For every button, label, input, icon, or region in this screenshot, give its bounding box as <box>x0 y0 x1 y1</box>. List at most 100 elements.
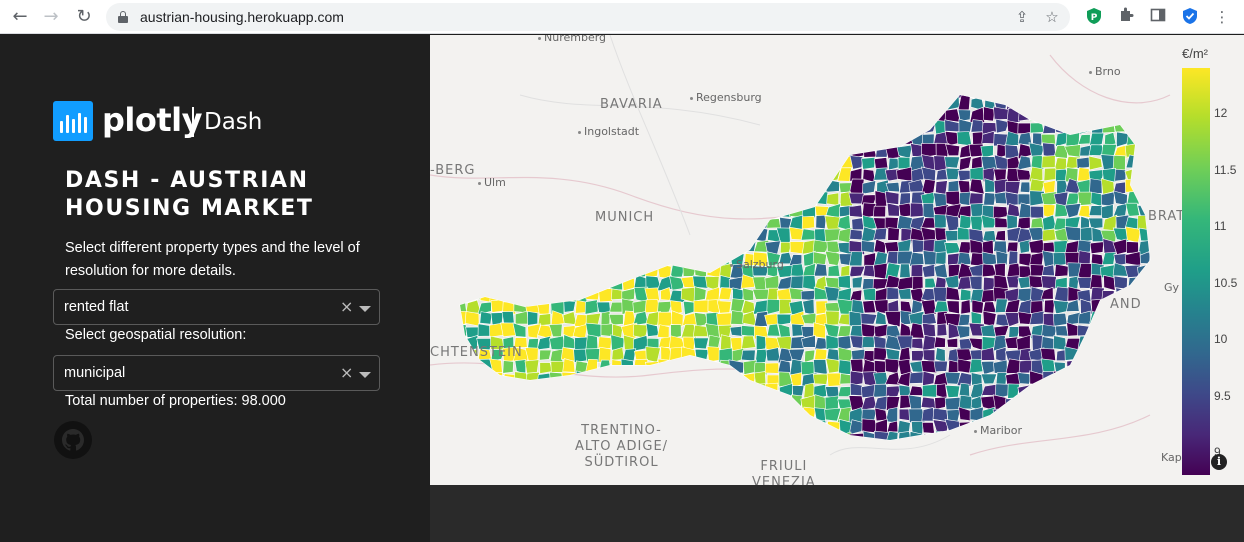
municipality-shape[interactable] <box>501 227 517 241</box>
municipality-shape[interactable] <box>754 226 769 243</box>
municipality-shape[interactable] <box>848 251 863 267</box>
municipality-shape[interactable] <box>501 311 515 325</box>
municipality-shape[interactable] <box>728 359 745 374</box>
municipality-shape[interactable] <box>575 265 587 280</box>
municipality-shape[interactable] <box>839 373 852 385</box>
municipality-shape[interactable] <box>848 107 864 122</box>
municipality-shape[interactable] <box>550 214 565 230</box>
municipality-shape[interactable] <box>888 120 902 133</box>
municipality-shape[interactable] <box>476 421 491 436</box>
municipality-shape[interactable] <box>755 407 766 423</box>
municipality-shape[interactable] <box>908 394 922 411</box>
municipality-shape[interactable] <box>513 431 528 445</box>
municipality-shape[interactable] <box>1090 358 1104 375</box>
municipality-shape[interactable] <box>453 265 469 277</box>
municipality-shape[interactable] <box>598 288 613 303</box>
municipality-shape[interactable] <box>488 228 505 242</box>
municipality-shape[interactable] <box>633 398 648 411</box>
municipality-shape[interactable] <box>1102 323 1115 339</box>
municipality-shape[interactable] <box>694 382 707 398</box>
municipality-shape[interactable] <box>753 431 768 444</box>
municipality-shape[interactable] <box>767 434 781 444</box>
municipality-shape[interactable] <box>935 251 947 265</box>
municipality-shape[interactable] <box>551 191 565 205</box>
municipality-shape[interactable] <box>500 192 516 207</box>
municipality-shape[interactable] <box>621 84 634 98</box>
municipality-shape[interactable] <box>813 144 828 158</box>
municipality-shape[interactable] <box>525 432 539 445</box>
municipality-shape[interactable] <box>537 214 552 232</box>
municipality-shape[interactable] <box>454 145 468 159</box>
municipality-shape[interactable] <box>464 253 481 265</box>
municipality-shape[interactable] <box>992 394 1008 411</box>
municipality-shape[interactable] <box>777 84 793 98</box>
municipality-shape[interactable] <box>1139 422 1151 434</box>
municipality-shape[interactable] <box>646 226 662 241</box>
municipality-shape[interactable] <box>1029 394 1045 409</box>
municipality-shape[interactable] <box>632 383 649 398</box>
municipality-shape[interactable] <box>564 264 578 278</box>
municipality-shape[interactable] <box>537 133 553 145</box>
municipality-shape[interactable] <box>1044 384 1058 400</box>
municipality-shape[interactable] <box>561 251 576 265</box>
municipality-shape[interactable] <box>550 167 566 180</box>
municipality-shape[interactable] <box>609 370 624 387</box>
municipality-shape[interactable] <box>848 432 865 445</box>
municipality-shape[interactable] <box>1077 167 1091 182</box>
municipality-shape[interactable] <box>957 252 972 266</box>
municipality-shape[interactable] <box>585 312 602 325</box>
municipality-shape[interactable] <box>886 287 900 300</box>
municipality-shape[interactable] <box>1148 301 1164 313</box>
municipality-shape[interactable] <box>656 190 673 207</box>
municipality-shape[interactable] <box>848 204 863 218</box>
municipality-shape[interactable] <box>1042 228 1057 242</box>
municipality-shape[interactable] <box>764 275 780 291</box>
municipality-shape[interactable] <box>813 133 830 147</box>
municipality-shape[interactable] <box>490 263 505 279</box>
map-canvas[interactable] <box>430 35 1244 485</box>
municipality-shape[interactable] <box>585 190 602 207</box>
municipality-shape[interactable] <box>635 167 648 183</box>
municipality-shape[interactable] <box>1041 84 1056 100</box>
municipality-shape[interactable] <box>609 301 623 313</box>
municipality-shape[interactable] <box>1151 146 1164 159</box>
municipality-shape[interactable] <box>826 85 841 99</box>
municipality-shape[interactable] <box>1139 348 1152 363</box>
municipality-shape[interactable] <box>1091 119 1105 135</box>
municipality-shape[interactable] <box>1089 394 1103 409</box>
municipality-shape[interactable] <box>730 431 745 447</box>
address-bar[interactable]: austrian-housing.herokuapp.com ⇪ ☆ <box>106 3 1070 31</box>
municipality-shape[interactable] <box>970 372 983 386</box>
municipality-shape[interactable] <box>777 190 791 204</box>
municipality-shape[interactable] <box>933 85 950 96</box>
municipality-shape[interactable] <box>764 85 779 99</box>
municipality-shape[interactable] <box>836 108 852 124</box>
municipality-shape[interactable] <box>764 362 780 374</box>
municipality-shape[interactable] <box>584 299 599 315</box>
municipality-shape[interactable] <box>488 431 505 446</box>
municipality-shape[interactable] <box>467 430 479 444</box>
municipality-shape[interactable] <box>934 396 947 410</box>
municipality-shape[interactable] <box>500 397 518 410</box>
municipality-shape[interactable] <box>1116 382 1128 399</box>
municipality-shape[interactable] <box>681 131 697 147</box>
url-text[interactable]: austrian-housing.herokuapp.com <box>140 9 344 25</box>
municipality-shape[interactable] <box>815 214 827 229</box>
municipality-shape[interactable] <box>764 409 782 421</box>
municipality-shape[interactable] <box>658 166 672 181</box>
municipality-shape[interactable] <box>934 95 947 111</box>
municipality-shape[interactable] <box>1149 238 1164 256</box>
municipality-shape[interactable] <box>1079 383 1093 399</box>
reload-icon[interactable]: ↻ <box>73 6 95 28</box>
municipality-shape[interactable] <box>1053 95 1068 112</box>
municipality-shape[interactable] <box>837 386 852 397</box>
shield-check-icon[interactable] <box>1180 7 1200 27</box>
municipality-shape[interactable] <box>490 157 504 171</box>
municipality-shape[interactable] <box>514 154 528 172</box>
municipality-shape[interactable] <box>636 408 649 422</box>
municipality-shape[interactable] <box>692 214 708 231</box>
municipality-shape[interactable] <box>584 274 600 291</box>
municipality-shape[interactable] <box>584 166 602 181</box>
municipality-shape[interactable] <box>778 106 793 122</box>
municipality-shape[interactable] <box>1028 239 1045 254</box>
